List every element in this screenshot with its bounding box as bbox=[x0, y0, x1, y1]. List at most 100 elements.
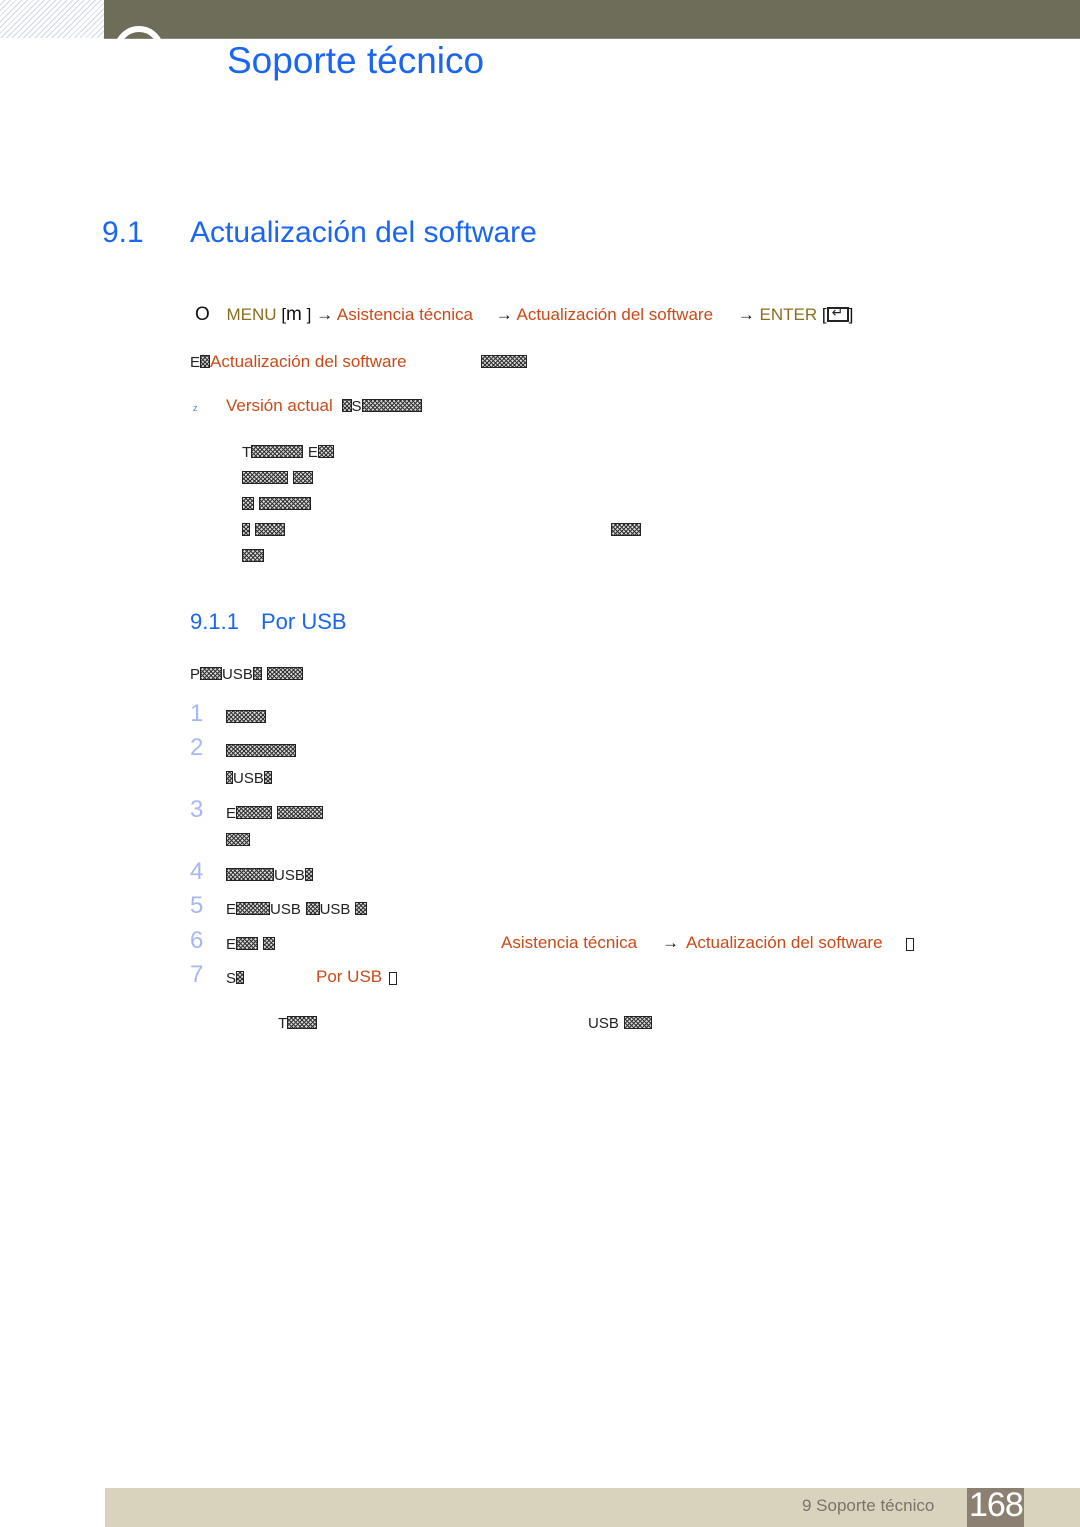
paragraph-line bbox=[242, 546, 264, 566]
garbled-text bbox=[262, 937, 275, 950]
menu-step-actualizacion[interactable]: Actualización del software bbox=[516, 305, 713, 324]
subsection-number: 9.1.1 bbox=[190, 609, 239, 634]
step-text: E USB USB bbox=[226, 899, 368, 919]
step-text: S bbox=[226, 968, 245, 988]
garbled-text bbox=[317, 445, 334, 458]
step-text-line2 bbox=[226, 830, 250, 850]
subsection-title: Por USB bbox=[261, 609, 347, 634]
step6-link-asistencia[interactable]: Asistencia técnica bbox=[501, 933, 637, 953]
garbled-text bbox=[623, 1016, 652, 1029]
enter-label: ENTER bbox=[759, 305, 818, 324]
header-hatch-pattern bbox=[0, 0, 104, 38]
garbled-text bbox=[276, 806, 323, 819]
garbled-text bbox=[292, 471, 313, 484]
note-line: T bbox=[278, 1013, 318, 1033]
header-band bbox=[104, 0, 1080, 39]
step6-end bbox=[906, 935, 914, 955]
menu-step-asistencia[interactable]: Asistencia técnica bbox=[337, 305, 473, 324]
note-line-usb: USB bbox=[588, 1013, 652, 1033]
footer-chapter-label: 9 Soporte técnico bbox=[802, 1496, 935, 1515]
arrow-icon: → bbox=[737, 305, 755, 324]
intro-prefix: E bbox=[190, 354, 201, 371]
paragraph-line: T E bbox=[242, 442, 334, 462]
garbled-text bbox=[242, 549, 264, 562]
section-title: Actualización del software bbox=[190, 216, 537, 249]
garbled-text bbox=[226, 744, 296, 757]
paragraph-line bbox=[242, 520, 642, 540]
intro-link[interactable]: Actualización del software bbox=[210, 352, 407, 371]
usb-intro-lead: P bbox=[190, 666, 201, 683]
menu-label: MENU bbox=[226, 305, 277, 324]
step7-link-por-usb[interactable]: Por USB bbox=[316, 967, 382, 987]
garbled-text bbox=[226, 771, 233, 784]
bracket-close: ] bbox=[848, 305, 854, 324]
arrow-icon: → bbox=[495, 305, 513, 324]
step-text: USB bbox=[226, 865, 313, 885]
bullet-icon: z bbox=[193, 403, 198, 413]
garbled-text bbox=[226, 710, 266, 723]
step-text-line2: USB bbox=[226, 768, 272, 788]
arrow-icon: → bbox=[316, 305, 334, 324]
version-label: Versión actual bbox=[226, 396, 333, 415]
menu-icon: O bbox=[195, 304, 210, 325]
garbled-text bbox=[251, 445, 304, 458]
step-text bbox=[226, 707, 266, 727]
garbled-text bbox=[242, 523, 250, 536]
para-mid: E bbox=[307, 444, 318, 461]
garbled-text bbox=[481, 355, 528, 368]
step-text: E bbox=[226, 803, 323, 823]
intro-line: E Actualización del software bbox=[190, 352, 528, 372]
garbled-text bbox=[258, 497, 311, 510]
step-number: 2 bbox=[190, 734, 204, 761]
garbled-text bbox=[611, 523, 642, 536]
note-lead: T bbox=[278, 1015, 288, 1032]
menu-key-icon: m bbox=[286, 304, 302, 325]
step6-link-actualizacion[interactable]: Actualización del software bbox=[686, 933, 883, 953]
garbled-text bbox=[389, 972, 397, 985]
bracket-close: ] bbox=[306, 305, 312, 324]
menu-path: O MENU [m ] → Asistencia técnica → Actua… bbox=[195, 304, 853, 326]
step-lead: E bbox=[226, 901, 237, 918]
garbled-text bbox=[200, 355, 211, 368]
garbled-text bbox=[341, 399, 352, 412]
garbled-text bbox=[263, 771, 272, 784]
garbled-text bbox=[305, 902, 320, 915]
usb-intro-line: P USB bbox=[190, 664, 303, 684]
usb-text: USB bbox=[233, 770, 264, 787]
garbled-text bbox=[355, 902, 368, 915]
paragraph-line bbox=[242, 468, 313, 488]
garbled-text bbox=[906, 938, 914, 951]
para-lead: T bbox=[242, 444, 252, 461]
enter-key-icon bbox=[826, 304, 849, 322]
usb-text: USB bbox=[222, 666, 253, 683]
step-number: 1 bbox=[190, 700, 204, 727]
garbled-text bbox=[242, 497, 254, 510]
garbled-text bbox=[236, 902, 271, 915]
step-lead: E bbox=[226, 936, 237, 953]
step-number: 6 bbox=[190, 927, 204, 954]
garbled-text bbox=[200, 667, 223, 680]
step-text bbox=[226, 741, 296, 761]
garbled-text bbox=[236, 971, 245, 984]
section-number: 9.1 bbox=[102, 216, 144, 249]
garbled-text bbox=[361, 399, 422, 412]
garbled-text bbox=[287, 1016, 318, 1029]
step-number: 4 bbox=[190, 858, 204, 885]
usb-text: USB bbox=[274, 867, 305, 884]
garbled-text bbox=[266, 667, 303, 680]
step-lead: S bbox=[226, 970, 237, 987]
garbled-text bbox=[226, 833, 250, 846]
usb-text: USB bbox=[270, 901, 301, 918]
version-suffix: S bbox=[351, 398, 362, 415]
step-text: E bbox=[226, 934, 275, 954]
garbled-text bbox=[304, 868, 313, 881]
arrow-icon: → bbox=[662, 933, 679, 952]
step-number: 7 bbox=[190, 961, 204, 988]
page-number: 168 bbox=[969, 1486, 1024, 1524]
chapter-title: Soporte técnico bbox=[227, 40, 485, 81]
garbled-text bbox=[226, 868, 274, 881]
garbled-text bbox=[236, 806, 273, 819]
chapter-number-circle-icon bbox=[114, 26, 164, 76]
garbled-text bbox=[242, 471, 288, 484]
version-line: Versión actual S bbox=[226, 396, 422, 416]
